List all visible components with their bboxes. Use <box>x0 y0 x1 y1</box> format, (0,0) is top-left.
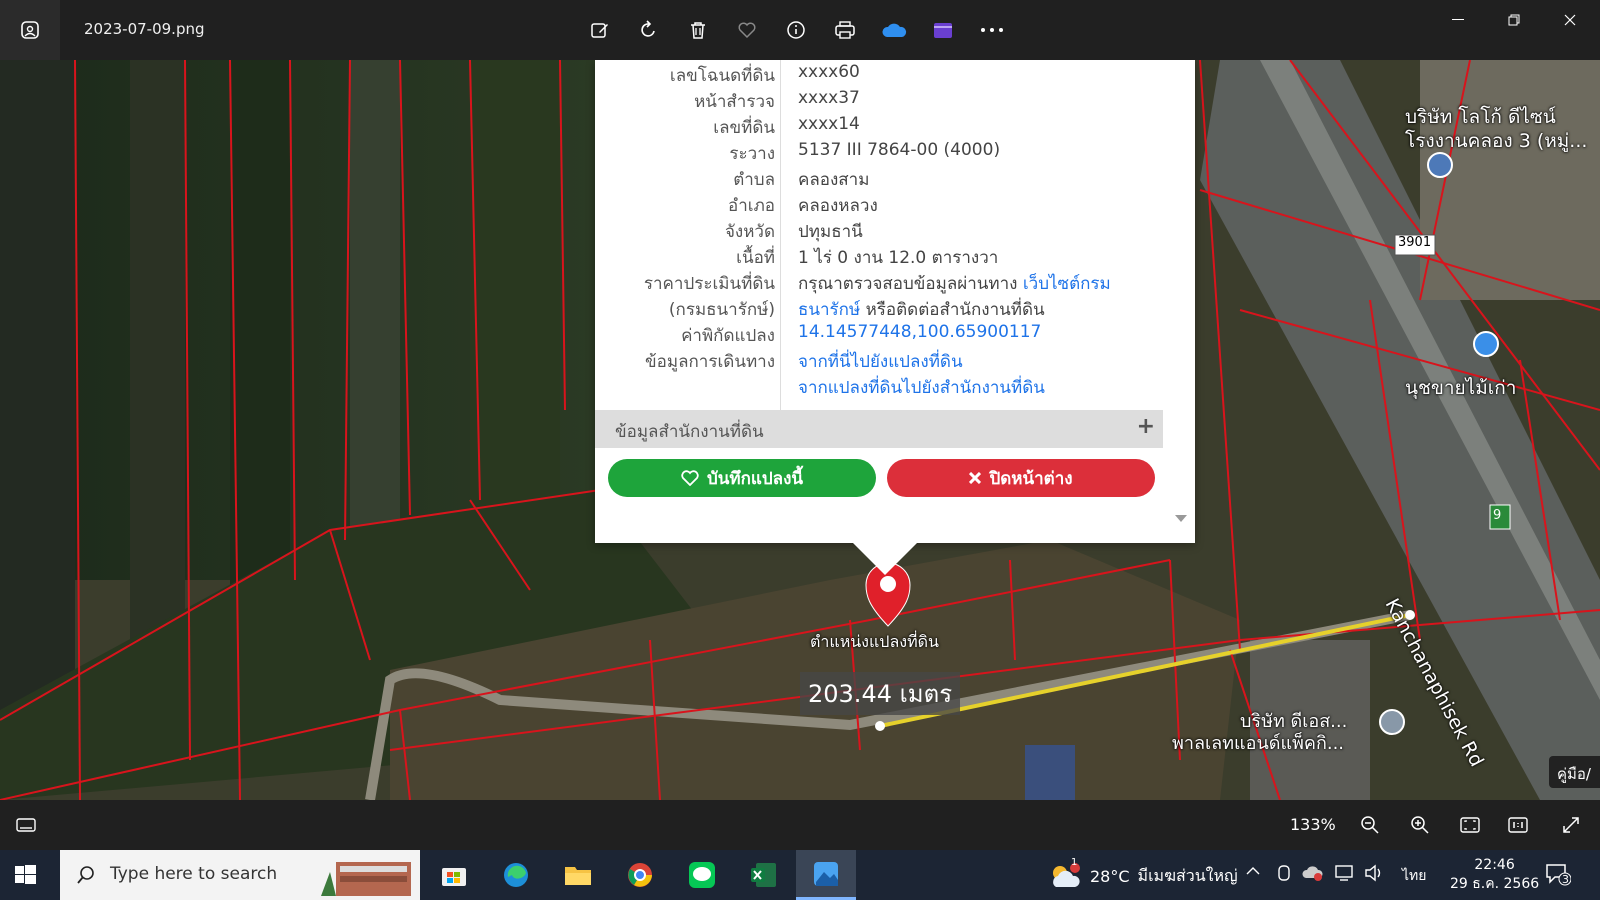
title-bar: 2023-07-09.png <box>0 0 1600 60</box>
info-row-area: เนื้อที่ 1 ไร่ 0 งาน 12.0 ตารางวา <box>736 248 999 268</box>
windows-taskbar: Type here to search 1 28°C มีเมฆส่วนใหญ่… <box>0 850 1600 900</box>
excel-icon[interactable] <box>734 850 794 900</box>
search-highlight-icon <box>321 862 411 896</box>
save-parcel-button[interactable]: บันทึกแปลงนี้ <box>608 459 876 497</box>
land-office-section[interactable]: ข้อมูลสำนักงานที่ดิน + <box>595 410 1163 448</box>
zoom-level: 133% <box>1290 815 1336 834</box>
map-label-company-bottom-2: พาลเลทแอนด์แพ็คกิ... <box>1172 733 1345 754</box>
filmstrip-icon[interactable] <box>12 811 40 839</box>
input-language[interactable]: ไทย <box>1402 865 1426 887</box>
land-info-popup: เลขโฉนดที่ดิน xxxx60 หน้าสำรวจ xxxx37 เลขท… <box>595 60 1195 543</box>
viewer-status-bar: 133% <box>0 800 1600 850</box>
info-row-directions: ข้อมูลการเดินทาง จากที่นี่ไปยังแปลงที่ดิ… <box>645 352 963 372</box>
clock-time: 22:46 <box>1474 857 1515 873</box>
fit-window-icon[interactable] <box>1456 811 1484 839</box>
scroll-down-icon[interactable] <box>1175 515 1187 522</box>
info-row-province: จังหวัด ปทุมธานี <box>724 222 863 242</box>
zoom-in-icon[interactable] <box>1406 811 1434 839</box>
delete-icon[interactable] <box>683 15 713 45</box>
more-icon[interactable] <box>977 15 1007 45</box>
print-icon[interactable] <box>830 15 860 45</box>
edit-icon[interactable] <box>585 15 615 45</box>
treasury-website-link[interactable]: เว็บไซต์กรม <box>1023 274 1111 294</box>
volume-icon[interactable] <box>1364 864 1386 886</box>
expand-plus-icon[interactable]: + <box>1137 414 1155 439</box>
weather-temp: 28°C <box>1090 866 1130 886</box>
minimize-icon[interactable] <box>1430 0 1486 40</box>
weather-widget[interactable]: 1 28°C มีเมฆส่วนใหญ่ <box>1048 857 1238 889</box>
close-x-icon <box>969 472 982 484</box>
distance-label: 203.44 เมตร <box>800 672 961 715</box>
meet-now-icon[interactable] <box>1276 864 1294 886</box>
zoom-out-icon[interactable] <box>1356 811 1384 839</box>
windows-start-icon[interactable] <box>10 860 40 890</box>
info-row-deed: เลขโฉนดที่ดิน xxxx60 <box>669 62 860 86</box>
notification-count: 3 <box>1562 873 1569 886</box>
edge-icon[interactable] <box>486 850 546 900</box>
clock-date: 29 ธ.ค. 2566 <box>1450 876 1540 892</box>
guide-tab[interactable]: คู่มือ/ <box>1549 756 1600 788</box>
favorite-icon[interactable] <box>732 15 762 45</box>
popup-pointer <box>853 543 917 575</box>
toolbar <box>585 15 1007 45</box>
taskbar-search-box[interactable]: Type here to search <box>60 850 420 900</box>
fullscreen-icon[interactable] <box>1557 811 1585 839</box>
info-row-land-number: เลขที่ดิน xxxx14 <box>713 114 860 138</box>
microsoft-store-icon[interactable] <box>424 850 484 900</box>
clipchamp-icon[interactable] <box>928 15 958 45</box>
heart-icon <box>681 470 699 486</box>
actual-size-icon[interactable] <box>1504 811 1532 839</box>
info-row-subdistrict: ตำบล คลองสาม <box>733 170 870 190</box>
info-row-coords: ค่าพิกัดแปลง 14.14577448,100.65900117 <box>681 322 1042 346</box>
info-row-map-sheet: ระวาง 5137 III 7864-00 (4000) <box>729 140 1001 164</box>
info-icon[interactable] <box>781 15 811 45</box>
onedrive-sync-error-icon[interactable] <box>1302 864 1324 886</box>
parcel-pin-label: ตำแหน่งแปลงที่ดิน <box>810 632 939 651</box>
map-label-shop: นุชขายไม้เก่า <box>1405 377 1517 399</box>
network-icon[interactable] <box>1334 864 1356 886</box>
map-label-road-number: 3901 <box>1398 235 1432 250</box>
map-label-route-badge: 9 <box>1493 508 1502 523</box>
chrome-icon[interactable] <box>610 850 670 900</box>
close-window-icon[interactable] <box>1542 0 1598 40</box>
window-title: 2023-07-09.png <box>84 20 205 38</box>
map-label-company-top-2: โรงงานคลอง 3 (หมู่... <box>1405 130 1588 152</box>
tray-chevron-up-icon[interactable] <box>1246 864 1260 880</box>
info-row-directions-2: จากแปลงที่ดินไปยังสำนักงานที่ดิน <box>595 374 1165 400</box>
weather-text: มีเมฆส่วนใหญ่ <box>1137 865 1238 885</box>
close-popup-button[interactable]: ปิดหน้าต่าง <box>887 459 1155 497</box>
info-row-price: ราคาประเมินที่ดิน กรุณาตรวจสอบข้อมูลผ่าน… <box>643 274 1111 294</box>
restore-icon[interactable] <box>1486 0 1542 40</box>
search-icon <box>77 866 94 884</box>
info-row-price-2: (กรมธนารักษ์) ธนารักษ์ หรือติดต่อสำนักงา… <box>668 300 1045 320</box>
line-app-icon[interactable] <box>672 850 732 900</box>
image-viewer[interactable]: บริษัท โลโก้ ดีไซน์ โรงงานคลอง 3 (หมู่..… <box>0 60 1600 800</box>
system-clock[interactable]: 22:46 29 ธ.ค. 2566 <box>1450 856 1539 894</box>
info-row-survey-page: หน้าสำรวจ xxxx37 <box>694 88 860 112</box>
onedrive-icon[interactable] <box>879 15 909 45</box>
treasury-website-link-2[interactable]: ธนารักษ์ <box>798 300 860 320</box>
photos-app-icon[interactable] <box>0 0 60 60</box>
photos-taskbar-icon[interactable] <box>796 850 856 900</box>
directions-to-parcel-link[interactable]: จากที่นี่ไปยังแปลงที่ดิน <box>798 352 963 372</box>
directions-to-office-link[interactable]: จากแปลงที่ดินไปยังสำนักงานที่ดิน <box>798 378 1045 398</box>
file-explorer-icon[interactable] <box>548 850 608 900</box>
info-row-district: อำเภอ คลองหลวง <box>728 196 878 216</box>
rotate-icon[interactable] <box>634 15 664 45</box>
coordinates-link[interactable]: 14.14577448,100.65900117 <box>798 322 1041 342</box>
weather-badge: 1 <box>1071 857 1078 868</box>
